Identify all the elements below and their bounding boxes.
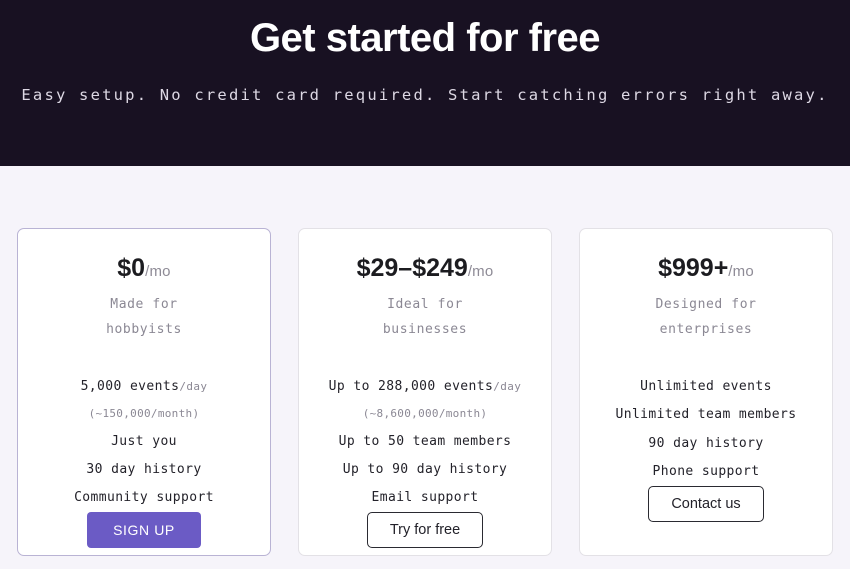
plan-feature-text: Up to 90 day history bbox=[342, 461, 508, 477]
plan-feature-unit: /day bbox=[179, 380, 208, 394]
hero-banner: Get started for free Easy setup. No cred… bbox=[0, 0, 850, 166]
plan-feature: Up to 288,000 events/day bbox=[329, 373, 522, 401]
plan-feature: (~150,000/month) bbox=[89, 401, 200, 427]
plan-feature-unit: /day bbox=[493, 380, 522, 394]
plan-feature-text: 90 day history bbox=[648, 435, 764, 451]
plan-price-amount: $999+ bbox=[658, 254, 729, 282]
plan-price-amount: $0 bbox=[117, 254, 146, 282]
plan-price-unit: /mo bbox=[145, 263, 171, 280]
plan-price: $999+/mo bbox=[658, 254, 754, 283]
plan-cta-wrapper: Try for free bbox=[366, 512, 484, 568]
plan-feature: Phone support bbox=[653, 458, 760, 486]
plan-feature-text: 5,000 events bbox=[80, 379, 180, 395]
plan-feature: Email support bbox=[372, 484, 479, 512]
plan-feature: Up to 50 team members bbox=[339, 428, 512, 456]
plan-tagline: Designed for enterprises bbox=[655, 296, 757, 337]
plan-feature-text: Just you bbox=[111, 433, 177, 449]
plan-price-unit: /mo bbox=[467, 263, 494, 280]
plan-feature-text: Unlimited team members bbox=[615, 407, 797, 423]
plan-feature-list: 5,000 events/day (~150,000/month) Just you… bbox=[30, 373, 258, 512]
pricing-card: $0/mo Made for hobbyists 5,000 events/day (… bbox=[17, 228, 271, 556]
plan-feature-list: Up to 288,000 events/day (~8,600,000/mont… bbox=[311, 373, 539, 512]
plan-feature-text: Up to 288,000 events bbox=[328, 379, 494, 395]
plan-feature-text: Up to 50 team members bbox=[338, 433, 512, 449]
plan-cta-button[interactable]: Try for free bbox=[366, 512, 484, 549]
plan-feature: Up to 90 day history bbox=[343, 456, 508, 484]
pricing-card: $999+/mo Designed for enterprises Unlimite… bbox=[579, 228, 833, 556]
plan-feature-text: Community support bbox=[74, 490, 214, 506]
plan-tagline: Made for hobbyists bbox=[106, 296, 182, 337]
plan-price-amount: $29–$249 bbox=[356, 254, 468, 282]
plan-feature: Just you bbox=[111, 428, 177, 456]
plan-price: $29–$249/mo bbox=[356, 254, 494, 283]
page-title: Get started for free bbox=[249, 16, 601, 60]
plan-feature: (~8,600,000/month) bbox=[363, 401, 488, 427]
plan-cta-button[interactable]: SIGN UP bbox=[87, 512, 201, 549]
plan-feature: 5,000 events/day bbox=[81, 373, 208, 401]
plan-feature-text: Unlimited events bbox=[640, 379, 772, 395]
plan-feature-list: Unlimited events Unlimited team members 90… bbox=[592, 373, 820, 486]
plan-feature: 90 day history bbox=[648, 430, 763, 458]
plan-price: $0/mo bbox=[117, 254, 171, 283]
plan-cta-wrapper: Contact us bbox=[648, 486, 764, 542]
plan-price-unit: /mo bbox=[728, 263, 754, 280]
plan-feature-text: (~8,600,000/month) bbox=[362, 407, 488, 421]
plan-feature: Community support bbox=[74, 484, 214, 512]
pricing-card-list: $0/mo Made for hobbyists 5,000 events/day (… bbox=[0, 166, 850, 556]
hero-subtitle: Easy setup. No credit card required. Sta… bbox=[21, 86, 829, 104]
plan-tagline: Ideal for businesses bbox=[382, 296, 468, 337]
plan-cta-wrapper: SIGN UP bbox=[87, 512, 201, 568]
plan-feature-text: Email support bbox=[371, 490, 479, 506]
plan-feature-text: Phone support bbox=[652, 464, 760, 480]
plan-feature-text: (~150,000/month) bbox=[88, 407, 200, 421]
pricing-card: $29–$249/mo Ideal for businesses Up to 288… bbox=[298, 228, 552, 556]
plan-feature: Unlimited team members bbox=[616, 401, 797, 429]
plan-feature: 30 day history bbox=[86, 456, 201, 484]
plan-cta-button[interactable]: Contact us bbox=[648, 486, 764, 523]
plan-feature-text: 30 day history bbox=[86, 461, 202, 477]
plan-feature: Unlimited events bbox=[640, 373, 772, 401]
